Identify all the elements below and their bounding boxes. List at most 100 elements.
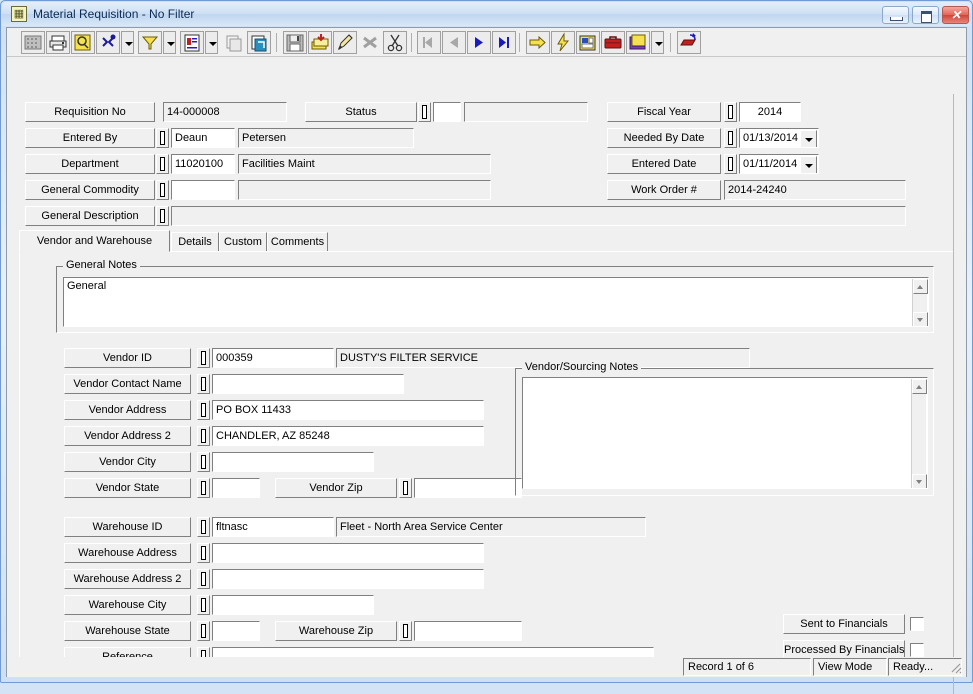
warehouse-address-input[interactable]	[212, 543, 484, 563]
general-commodity-description	[238, 180, 491, 200]
save-icon[interactable]	[283, 31, 307, 54]
process-icon[interactable]	[551, 31, 575, 54]
fiscal-year-lookup-button[interactable]	[724, 102, 737, 122]
department-code-input[interactable]: 11020100	[171, 154, 235, 174]
find-icon[interactable]	[96, 31, 120, 54]
warehouse-id-lookup-button[interactable]	[197, 517, 210, 537]
needed-by-date-lookup-button[interactable]	[724, 128, 737, 148]
general-notes-scrollbar[interactable]	[912, 279, 928, 326]
report-icon[interactable]	[180, 31, 204, 54]
add-record-icon[interactable]	[308, 31, 332, 54]
processed-by-financials-checkbox[interactable]	[910, 643, 924, 657]
grid-view-icon[interactable]	[21, 31, 45, 54]
warehouse-address2-input[interactable]	[212, 569, 484, 589]
vendor-address2-input[interactable]: CHANDLER, AZ 85248	[212, 426, 484, 446]
next-record-icon[interactable]	[467, 31, 491, 54]
scroll-down-icon[interactable]	[913, 312, 928, 326]
close-button[interactable]: ✕	[942, 6, 969, 24]
warehouse-city-lookup-button[interactable]	[197, 595, 210, 615]
vendor-zip-lookup-button[interactable]	[399, 478, 412, 498]
general-notes-textarea[interactable]: General	[63, 277, 929, 327]
vendor-address2-lookup-button[interactable]	[197, 426, 210, 446]
fiscal-year-input[interactable]: 2014	[739, 102, 801, 122]
scroll-up-icon[interactable]	[912, 379, 927, 394]
vendor-id-lookup-button[interactable]	[197, 348, 210, 368]
needed-by-date-input[interactable]: 01/13/2014	[739, 128, 819, 148]
resize-grip[interactable]	[949, 661, 963, 675]
general-commodity-label: General Commodity	[25, 180, 155, 200]
entered-by-code-input[interactable]: Deaun	[171, 128, 235, 148]
warehouse-address2-lookup-button[interactable]	[197, 569, 210, 589]
copy-record-icon[interactable]	[222, 31, 246, 54]
warehouse-city-input[interactable]	[212, 595, 374, 615]
vendor-city-input[interactable]	[212, 452, 374, 472]
cut-icon[interactable]	[383, 31, 407, 54]
vendor-state-lookup-button[interactable]	[197, 478, 210, 498]
goto-icon[interactable]	[526, 31, 550, 54]
previous-record-icon[interactable]	[442, 31, 466, 54]
vendor-address-lookup-button[interactable]	[197, 400, 210, 420]
entered-by-lookup-button[interactable]	[156, 128, 169, 148]
sourcing-notes-group: Vendor/Sourcing Notes	[515, 361, 934, 496]
warehouse-id-input[interactable]: fltnasc	[212, 517, 334, 537]
filter-icon[interactable]	[138, 31, 162, 54]
refresh-icon[interactable]	[247, 31, 271, 54]
edit-record-icon[interactable]	[333, 31, 357, 54]
print-icon[interactable]	[46, 31, 70, 54]
tab-vendor-and-warehouse[interactable]: Vendor and Warehouse	[19, 230, 170, 252]
vendor-address-input[interactable]: PO BOX 11433	[212, 400, 484, 420]
help-icon[interactable]	[626, 31, 650, 54]
warehouse-state-lookup-button[interactable]	[197, 621, 210, 641]
entered-date-dropdown-arrow[interactable]	[800, 156, 817, 173]
exit-icon[interactable]	[677, 31, 701, 54]
report-dropdown-arrow[interactable]	[205, 31, 218, 54]
scroll-down-icon[interactable]	[912, 474, 927, 488]
general-commodity-code-input[interactable]	[171, 180, 235, 200]
general-description-lookup-button[interactable]	[156, 206, 169, 226]
vendor-zip-input[interactable]	[414, 478, 522, 498]
warehouse-zip-lookup-button[interactable]	[399, 621, 412, 641]
tab-details[interactable]: Details	[171, 232, 219, 252]
general-description-input[interactable]	[171, 206, 906, 226]
toolbar	[7, 28, 966, 57]
vendor-id-input[interactable]: 000359	[212, 348, 334, 368]
sent-to-financials-checkbox[interactable]	[910, 617, 924, 631]
requisition-no-value[interactable]: 14-000008	[163, 102, 287, 122]
attachment-icon[interactable]	[576, 31, 600, 54]
vendor-contact-name-lookup-button[interactable]	[197, 374, 210, 394]
tab-custom[interactable]: Custom	[219, 232, 267, 252]
warehouse-address2-label: Warehouse Address 2	[64, 569, 191, 589]
vendor-city-lookup-button[interactable]	[197, 452, 210, 472]
toolbox-icon[interactable]	[601, 31, 625, 54]
entered-date-input[interactable]: 01/11/2014	[739, 154, 819, 174]
delete-record-icon[interactable]	[358, 31, 382, 54]
department-lookup-button[interactable]	[156, 154, 169, 174]
scroll-up-icon[interactable]	[913, 279, 928, 294]
entered-date-lookup-button[interactable]	[724, 154, 737, 174]
sourcing-notes-scrollbar[interactable]	[911, 379, 927, 488]
filter-dropdown-arrow[interactable]	[163, 31, 176, 54]
requisition-no-label: Requisition No	[25, 102, 155, 122]
vendor-address2-label: Vendor Address 2	[64, 426, 191, 446]
needed-by-date-dropdown-arrow[interactable]	[800, 130, 817, 147]
warehouse-address-lookup-button[interactable]	[197, 543, 210, 563]
first-record-icon[interactable]	[417, 31, 441, 54]
maximize-button[interactable]	[912, 6, 939, 24]
help-dropdown-arrow[interactable]	[651, 31, 664, 54]
vendor-contact-name-input[interactable]	[212, 374, 404, 394]
vendor-state-input[interactable]	[212, 478, 260, 498]
find-dropdown-arrow[interactable]	[121, 31, 134, 54]
warehouse-id-label: Warehouse ID	[64, 517, 191, 537]
print-preview-icon[interactable]	[71, 31, 95, 54]
last-record-icon[interactable]	[492, 31, 516, 54]
status-lookup-button[interactable]	[418, 102, 431, 122]
sourcing-notes-textarea[interactable]	[522, 377, 928, 489]
client-area: Requisition No 14-000008 Status Fiscal Y…	[6, 27, 967, 694]
warehouse-zip-input[interactable]	[414, 621, 522, 641]
warehouse-state-input[interactable]	[212, 621, 260, 641]
general-commodity-lookup-button[interactable]	[156, 180, 169, 200]
tab-comments[interactable]: Comments	[267, 232, 328, 252]
minimize-button[interactable]	[882, 6, 909, 24]
status-code-input[interactable]	[433, 102, 461, 122]
work-order-value[interactable]: 2014-24240	[724, 180, 906, 200]
